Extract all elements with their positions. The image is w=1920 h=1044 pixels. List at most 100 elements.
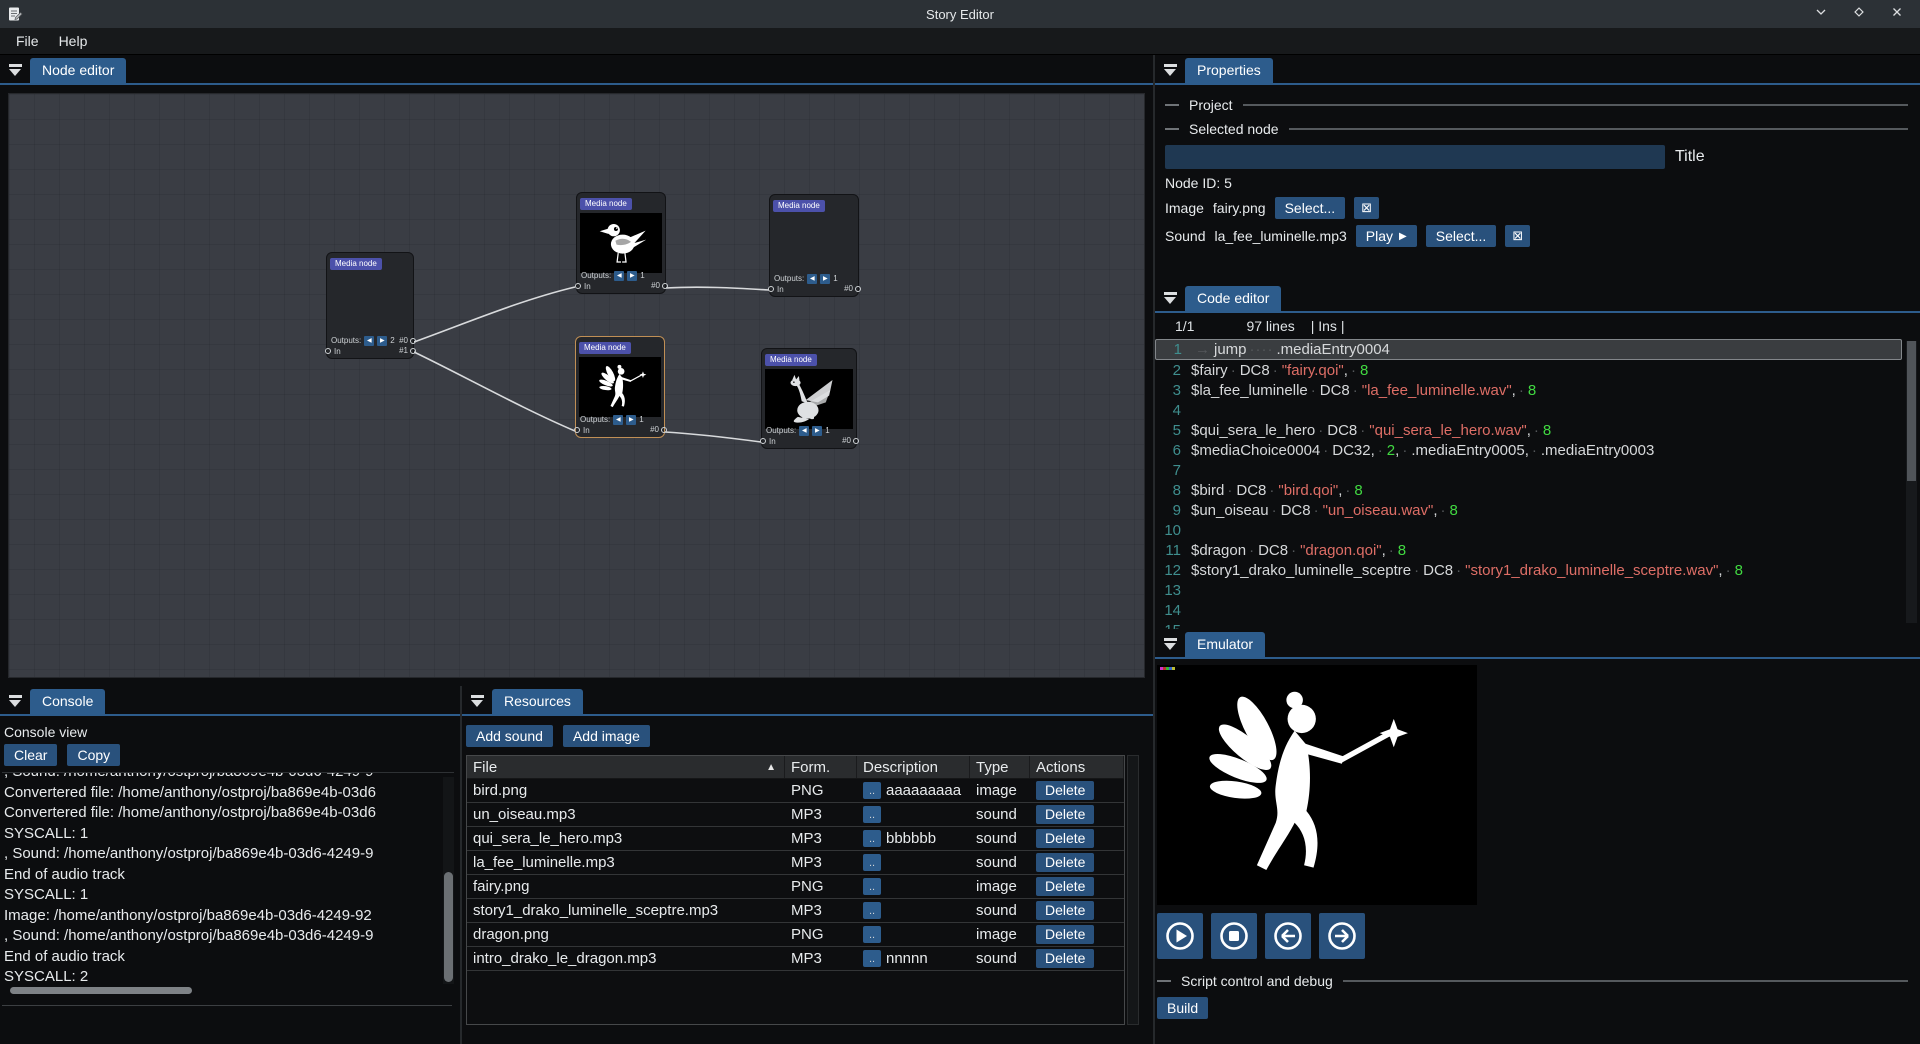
code-line[interactable]: 15	[1155, 620, 1920, 629]
table-row[interactable]: story1_drako_luminelle_sceptre.mp3MP3..s…	[467, 899, 1124, 923]
node-canvas[interactable]: Media node Outputs: ◀ ▶ 2 In	[8, 93, 1145, 678]
clear-button[interactable]: Clear	[4, 744, 57, 766]
input-port[interactable]	[575, 283, 581, 289]
outputs-decrement-button[interactable]: ◀	[799, 426, 809, 436]
column-header-form[interactable]: Form.	[785, 756, 857, 778]
menu-file[interactable]: File	[6, 30, 49, 52]
outputs-increment-button[interactable]: ▶	[626, 415, 636, 425]
code-line[interactable]: 13	[1155, 580, 1920, 600]
code-line[interactable]: 10	[1155, 520, 1920, 540]
tab-console[interactable]: Console	[30, 689, 105, 714]
sound-select-button[interactable]: Select...	[1426, 225, 1497, 247]
emulator-stop-button[interactable]	[1211, 913, 1257, 959]
outputs-decrement-button[interactable]: ◀	[807, 274, 817, 284]
code-line[interactable]: 6$mediaChoice0004·DC32,·2,·.mediaEntry00…	[1155, 440, 1920, 460]
code-line[interactable]: 8$bird·DC8·"bird.qoi",·8	[1155, 480, 1920, 500]
node-blank[interactable]: Media node Outputs: ◀ ▶ 1 In	[769, 194, 859, 297]
console-vertical-scrollbar[interactable]	[443, 777, 454, 984]
tab-resources[interactable]: Resources	[492, 689, 583, 714]
menu-help[interactable]: Help	[49, 30, 98, 52]
code-line[interactable]: 9$un_oiseau·DC8·"un_oiseau.wav",·8	[1155, 500, 1920, 520]
tab-code-editor[interactable]: Code editor	[1185, 286, 1281, 311]
input-port[interactable]	[574, 427, 580, 433]
outputs-increment-button[interactable]: ▶	[820, 274, 830, 284]
description-expand-button[interactable]: ..	[863, 878, 881, 895]
output-port[interactable]	[855, 286, 861, 292]
image-select-button[interactable]: Select...	[1275, 197, 1346, 219]
minimize-icon[interactable]	[1814, 5, 1828, 24]
collapse-panel-icon[interactable]	[1163, 292, 1177, 304]
copy-button[interactable]: Copy	[67, 744, 120, 766]
input-port[interactable]	[325, 348, 331, 354]
code-line[interactable]: 5$qui_sera_le_hero·DC8·"qui_sera_le_hero…	[1155, 420, 1920, 440]
tab-properties[interactable]: Properties	[1185, 58, 1273, 83]
description-expand-button[interactable]: ..	[863, 854, 881, 871]
description-expand-button[interactable]: ..	[863, 950, 881, 967]
output-port[interactable]	[410, 338, 416, 344]
column-header-type[interactable]: Type	[970, 756, 1030, 778]
delete-button[interactable]: Delete	[1036, 925, 1094, 944]
console-output[interactable]: , Sound: /home/anthony/ostproj/ba869e4b-…	[2, 772, 454, 984]
collapse-panel-icon[interactable]	[1163, 64, 1177, 76]
add-sound-button[interactable]: Add sound	[466, 725, 553, 747]
output-port[interactable]	[410, 348, 416, 354]
table-row[interactable]: fairy.pngPNG..imageDelete	[467, 875, 1124, 899]
code-text-area[interactable]: 1→jump····.mediaEntry00042$fairy·DC8·"fa…	[1155, 339, 1920, 629]
table-row[interactable]: un_oiseau.mp3MP3..soundDelete	[467, 803, 1124, 827]
output-port[interactable]	[661, 427, 667, 433]
collapse-panel-icon[interactable]	[470, 695, 484, 707]
sound-play-button[interactable]: Play▶	[1356, 225, 1417, 247]
description-expand-button[interactable]: ..	[863, 806, 881, 823]
node-start[interactable]: Media node Outputs: ◀ ▶ 2 In	[326, 252, 414, 359]
emulator-step-back-button[interactable]	[1265, 913, 1311, 959]
code-line[interactable]: 2$fairy·DC8·"fairy.qoi",·8	[1155, 360, 1920, 380]
build-button[interactable]: Build	[1157, 997, 1208, 1019]
outputs-increment-button[interactable]: ▶	[812, 426, 822, 436]
tab-node-editor[interactable]: Node editor	[30, 58, 126, 83]
code-line[interactable]: 14	[1155, 600, 1920, 620]
outputs-increment-button[interactable]: ▶	[377, 336, 387, 346]
add-image-button[interactable]: Add image	[563, 725, 650, 747]
node-dragon[interactable]: Media node Outputs: ◀ ▶ 1 In	[761, 348, 857, 449]
close-icon[interactable]	[1890, 5, 1904, 24]
code-line[interactable]: 12$story1_drako_luminelle_sceptre·DC8·"s…	[1155, 560, 1920, 580]
code-line[interactable]: 11$dragon·DC8·"dragon.qoi",·8	[1155, 540, 1920, 560]
delete-button[interactable]: Delete	[1036, 853, 1094, 872]
code-line[interactable]: 7	[1155, 460, 1920, 480]
image-clear-button[interactable]: ⊠	[1354, 197, 1379, 219]
table-row[interactable]: intro_drako_le_dragon.mp3MP3..nnnnnsound…	[467, 947, 1124, 971]
column-header-file[interactable]: File▲	[467, 756, 785, 778]
code-line[interactable]: 4	[1155, 400, 1920, 420]
table-row[interactable]: la_fee_luminelle.mp3MP3..soundDelete	[467, 851, 1124, 875]
output-port[interactable]	[853, 438, 859, 444]
code-line[interactable]: 3$la_fee_luminelle·DC8·"la_fee_luminelle…	[1155, 380, 1920, 400]
code-vertical-scrollbar[interactable]	[1906, 341, 1917, 623]
sound-clear-button[interactable]: ⊠	[1505, 225, 1530, 247]
node-fairy[interactable]: Media node Outputs: ◀ ▶ 1 In	[575, 336, 665, 438]
resources-scrollbar[interactable]	[1127, 755, 1139, 1025]
outputs-decrement-button[interactable]: ◀	[364, 336, 374, 346]
collapse-panel-icon[interactable]	[1163, 638, 1177, 650]
outputs-increment-button[interactable]: ▶	[627, 271, 637, 281]
table-row[interactable]: bird.pngPNG..aaaaaaaaaimageDelete	[467, 779, 1124, 803]
delete-button[interactable]: Delete	[1036, 805, 1094, 824]
table-row[interactable]: dragon.pngPNG..imageDelete	[467, 923, 1124, 947]
outputs-decrement-button[interactable]: ◀	[614, 271, 624, 281]
description-expand-button[interactable]: ..	[863, 830, 881, 847]
description-expand-button[interactable]: ..	[863, 926, 881, 943]
collapse-panel-icon[interactable]	[8, 695, 22, 707]
description-expand-button[interactable]: ..	[863, 782, 881, 799]
description-expand-button[interactable]: ..	[863, 902, 881, 919]
outputs-decrement-button[interactable]: ◀	[613, 415, 623, 425]
tab-emulator[interactable]: Emulator	[1185, 632, 1265, 657]
input-port[interactable]	[760, 438, 766, 444]
console-horizontal-scrollbar[interactable]	[2, 987, 454, 995]
node-bird[interactable]: Media node Outputs: ◀ ▶ 1 In	[576, 192, 666, 294]
code-line[interactable]: 1→jump····.mediaEntry0004	[1155, 339, 1902, 360]
column-header-description[interactable]: Description	[857, 756, 970, 778]
output-port[interactable]	[662, 283, 668, 289]
table-row[interactable]: qui_sera_le_hero.mp3MP3..bbbbbbsoundDele…	[467, 827, 1124, 851]
input-port[interactable]	[768, 286, 774, 292]
emulator-step-forward-button[interactable]	[1319, 913, 1365, 959]
collapse-panel-icon[interactable]	[8, 64, 22, 76]
